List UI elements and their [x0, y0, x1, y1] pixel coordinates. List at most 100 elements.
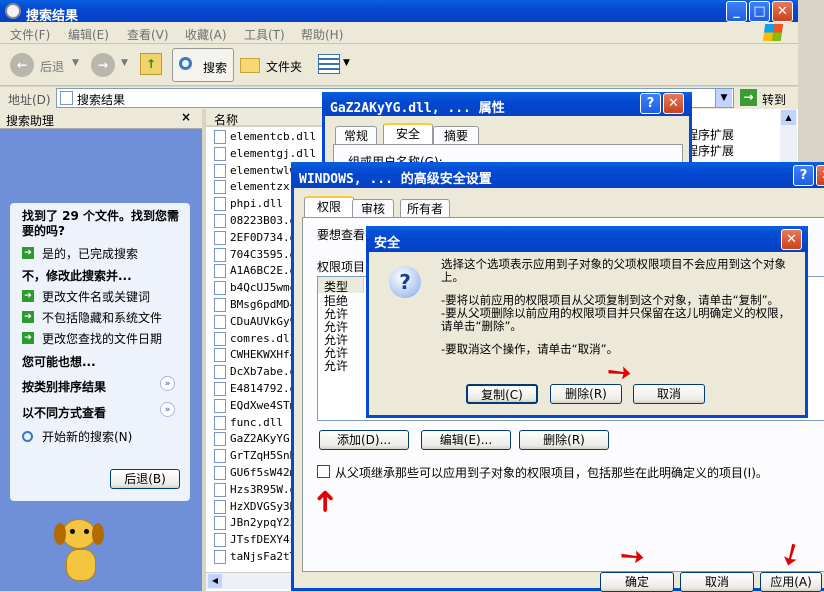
back-dropdown-icon[interactable]: ▼ — [72, 58, 79, 68]
file-name: E4814792.d — [230, 381, 297, 395]
list-item[interactable]: elementcb.dll — [214, 129, 324, 146]
security-messagebox: 安全 ✕ ? 选择这个选项表示应用到子对象的父项权限项目不会应用到这个对象上。 … — [366, 226, 808, 418]
file-name: DcXb7abe.d — [230, 365, 297, 379]
file-name: JBn2ypqY23 — [230, 516, 297, 530]
dll-file-icon — [214, 146, 226, 161]
file-name: HzXDVGSy3D — [230, 499, 297, 513]
cancel-button[interactable]: 取消 — [680, 572, 754, 592]
expand-chevron-icon[interactable]: » — [160, 402, 175, 417]
help-button[interactable]: ? — [793, 165, 814, 186]
menu-view[interactable]: 查看(V) — [127, 26, 169, 43]
message-text: 选择这个选项表示应用到子对象的父项权限项目不会应用到这个对象上。 -要将以前应用… — [441, 258, 797, 356]
yes-done-link[interactable]: 是的，已完成搜索 — [42, 245, 138, 262]
advanced-title: WINDOWS, ... 的高级安全设置 — [299, 172, 492, 187]
file-name: elementgj.dll — [230, 146, 317, 160]
tab-owner[interactable]: 所有者 — [400, 199, 450, 218]
minimize-button[interactable]: _ — [726, 1, 747, 22]
exclude-hidden-link[interactable]: 不包括隐藏和系统文件 — [42, 309, 162, 326]
cancel-button[interactable]: 取消 — [633, 384, 705, 404]
arrow-icon: ➔ — [22, 311, 34, 323]
close-button[interactable]: ✕ — [772, 1, 793, 22]
new-search-link[interactable]: 开始新的搜索(N) — [42, 428, 132, 445]
back-button-label[interactable]: 后退 — [40, 58, 64, 75]
dll-file-icon — [214, 163, 226, 178]
menu-favorites[interactable]: 收藏(A) — [185, 26, 227, 43]
tab-security[interactable]: 安全 — [383, 123, 433, 146]
maximize-button[interactable]: □ — [749, 1, 770, 22]
inherit-label[interactable]: 从父项继承那些可以应用到子对象的权限项目，包括那些在此明确定义的项目(I)。 — [335, 464, 768, 481]
menu-file[interactable]: 文件(F) — [10, 26, 50, 43]
right-file-info: 程序扩展 程序扩展 — [686, 127, 781, 167]
go-arrow-icon[interactable]: → — [740, 89, 757, 106]
assistant-card: 找到了 29 个文件。找到您需要的吗? ➔ 是的，已完成搜索 不，修改此搜索并.… — [10, 203, 190, 501]
assistant-back-button[interactable]: 后退(B) — [110, 469, 180, 489]
arrow-icon: ➔ — [22, 332, 34, 344]
close-button[interactable]: ✕ — [816, 165, 824, 186]
up-folder-icon[interactable]: ↑ — [140, 53, 162, 75]
perm-type[interactable]: 允许 — [324, 360, 364, 373]
dll-file-icon — [214, 365, 226, 380]
help-button[interactable]: ? — [640, 93, 661, 114]
dll-file-icon — [214, 331, 226, 346]
close-button[interactable]: ✕ — [781, 229, 802, 250]
file-name: comres.dll — [230, 331, 297, 345]
change-date-link[interactable]: 更改您查找的文件日期 — [42, 330, 162, 347]
tab-general[interactable]: 常规 — [335, 126, 377, 145]
tab-auditing[interactable]: 审核 — [352, 199, 394, 218]
red-arrow-annotation: ➜ — [307, 488, 343, 514]
change-name-link[interactable]: 更改文件名或关键词 — [42, 288, 150, 305]
scroll-left-icon[interactable]: ◀ — [208, 574, 222, 588]
search-results-icon — [60, 91, 73, 105]
dll-file-icon — [214, 549, 226, 564]
assistant-close-icon[interactable]: × — [181, 110, 191, 124]
apply-button[interactable]: 应用(A) — [760, 572, 822, 592]
file-name: GrTZqH5SnR — [230, 449, 297, 463]
expand-chevron-icon[interactable]: » — [160, 376, 175, 391]
go-button[interactable]: 转到 — [762, 91, 786, 108]
column-header-name[interactable]: 名称 — [206, 109, 326, 127]
folders-button[interactable]: 文件夹 — [238, 48, 304, 82]
search-button-label: 搜索 — [203, 61, 228, 75]
tab-summary[interactable]: 摘要 — [433, 126, 479, 145]
search-companion-dog[interactable] — [52, 509, 112, 589]
sort-results-link[interactable]: 按类别排序结果 — [22, 378, 106, 395]
tab-permissions[interactable]: 权限 — [304, 196, 354, 219]
type-header-label: 类型 — [324, 280, 349, 294]
dll-file-icon — [214, 465, 226, 480]
view-differently-link[interactable]: 以不同方式查看 — [22, 404, 106, 421]
dll-file-icon — [214, 247, 226, 262]
dll-file-icon — [214, 415, 226, 430]
file-name: BMsg6pdMD4 — [230, 297, 297, 311]
back-arrow-icon[interactable]: ← — [10, 53, 34, 77]
menu-edit[interactable]: 编辑(E) — [68, 26, 109, 43]
remove-button[interactable]: 删除(R) — [519, 430, 609, 450]
remove-button[interactable]: 删除(R) — [550, 384, 622, 404]
views-dropdown-icon[interactable]: ▼ — [343, 58, 350, 68]
properties-titlebar: GaZ2AKyYG.dll, ... 属性 ? ✕ — [322, 92, 692, 116]
address-label: 地址(D) — [8, 93, 51, 107]
type-column-header[interactable]: 类型 — [318, 277, 364, 294]
file-name: b4QcUJ5wmq — [230, 281, 297, 295]
list-item[interactable]: elementgj.dll — [214, 146, 324, 163]
add-button[interactable]: 添加(D)... — [319, 430, 409, 450]
search-button[interactable]: 搜索 — [172, 48, 234, 82]
copy-button[interactable]: 复制(C) — [466, 384, 538, 404]
forward-dropdown-icon[interactable]: ▼ — [121, 58, 128, 68]
views-icon[interactable] — [318, 54, 340, 74]
file-name: elementwlw — [230, 163, 297, 177]
forward-arrow-icon[interactable]: → — [91, 53, 115, 77]
file-name: CWHEKWXHf4 — [230, 348, 297, 362]
address-dropdown-icon[interactable]: ▼ — [715, 89, 732, 107]
edit-button[interactable]: 编辑(E)... — [421, 430, 511, 450]
dll-file-icon — [214, 314, 226, 329]
menu-tools[interactable]: 工具(T) — [244, 26, 285, 43]
arrow-icon: ➔ — [22, 247, 34, 259]
close-button[interactable]: ✕ — [663, 93, 684, 114]
menu-help[interactable]: 帮助(H) — [301, 26, 343, 43]
inherit-checkbox[interactable] — [317, 465, 330, 478]
scroll-up-icon[interactable]: ▲ — [781, 110, 796, 125]
message-line: -要从父项删除以前应用的权限项目并只保留在这儿明确定义的权限，请单击“删除”。 — [441, 306, 791, 333]
security-titlebar: 安全 ✕ — [366, 226, 808, 252]
search-window-icon — [5, 3, 21, 19]
dll-file-icon — [214, 499, 226, 514]
